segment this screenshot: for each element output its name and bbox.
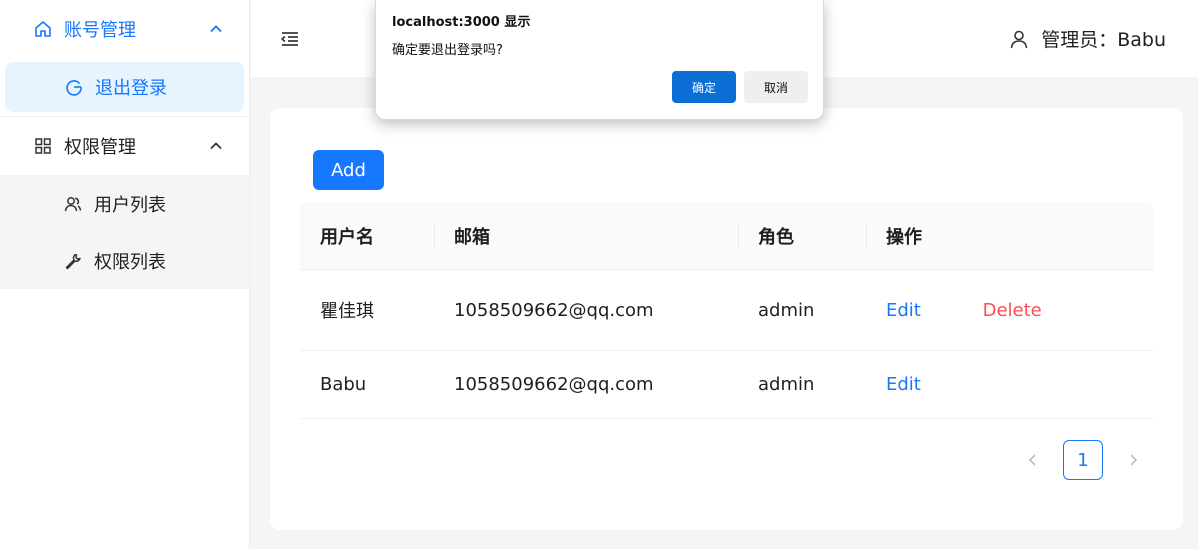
cell-actions: Edit Delete [866, 300, 1153, 321]
sidebar-item-permission-list[interactable]: 权限列表 [0, 233, 249, 289]
home-icon [34, 20, 52, 38]
cell-username: Babu [320, 374, 367, 395]
dialog-cancel-button[interactable]: 取消 [744, 71, 808, 103]
sidebar-item-user-list-label: 用户列表 [94, 195, 166, 216]
dialog-ok-button[interactable]: 确定 [672, 71, 736, 103]
sidebar-item-user-list[interactable]: 用户列表 [0, 175, 249, 233]
dialog-message: 确定要退出登录吗? [392, 43, 503, 58]
pagination: 1 [1013, 440, 1153, 480]
column-header-email: 邮箱 [434, 223, 738, 249]
cell-email: 1058509662@qq.com [454, 374, 654, 395]
sidebar-item-logout-label: 退出登录 [95, 78, 167, 99]
logout-icon [65, 78, 83, 96]
user-info[interactable]: 管理员：Babu [1009, 25, 1166, 52]
menu-account-label: 账号管理 [64, 20, 136, 41]
cell-email: 1058509662@qq.com [454, 299, 654, 321]
appstore-icon [34, 137, 52, 155]
users-icon [64, 195, 82, 213]
page-button-current[interactable]: 1 [1063, 440, 1103, 480]
chevron-right-icon[interactable] [1113, 440, 1153, 480]
delete-link[interactable]: Delete [983, 300, 1042, 321]
sidebar: 账号管理 退出登录 权限管理 用户列表 权限列表 [0, 0, 250, 549]
table-header: 用户名 邮箱 角色 操作 [300, 202, 1153, 270]
menu-group-account: 账号管理 退出登录 [0, 0, 249, 116]
user-name: 管理员：Babu [1041, 29, 1166, 51]
column-header-actions: 操作 [866, 223, 1153, 249]
chevron-left-icon[interactable] [1013, 440, 1053, 480]
column-header-username: 用户名 [320, 226, 374, 248]
edit-link[interactable]: Edit [886, 374, 921, 395]
cell-role: admin [758, 299, 815, 321]
menu-permission-label: 权限管理 [64, 137, 136, 158]
edit-link[interactable]: Edit [886, 300, 921, 321]
table-row: 瞿佳琪 1058509662@qq.com admin Edit Delete [300, 270, 1153, 351]
menu-fold-icon[interactable] [279, 28, 301, 50]
chevron-up-icon [209, 22, 223, 36]
chevron-up-icon [209, 139, 223, 153]
menu-permission-management[interactable]: 权限管理 [0, 117, 249, 175]
sidebar-item-logout[interactable]: 退出登录 [5, 62, 244, 112]
sidebar-item-permission-list-label: 权限列表 [94, 252, 166, 273]
menu-group-permissions: 权限管理 用户列表 权限列表 [0, 117, 249, 289]
confirm-dialog: localhost:3000 显示 确定要退出登录吗? 确定 取消 [375, 0, 824, 120]
content-card: Add 用户名 邮箱 角色 操作 瞿佳琪 1058509662@qq.com a… [270, 108, 1183, 530]
user-icon [1009, 29, 1029, 49]
cell-role: admin [758, 374, 815, 395]
column-header-role: 角色 [738, 223, 866, 249]
user-table: 用户名 邮箱 角色 操作 瞿佳琪 1058509662@qq.com admin… [300, 202, 1153, 419]
menu-account-management[interactable]: 账号管理 [0, 0, 249, 58]
dialog-title: localhost:3000 显示 [392, 15, 531, 30]
submenu-permissions: 用户列表 权限列表 [0, 175, 249, 289]
add-button[interactable]: Add [313, 150, 384, 190]
submenu-account: 退出登录 [0, 58, 249, 116]
table-row: Babu 1058509662@qq.com admin Edit [300, 351, 1153, 419]
cell-actions: Edit [866, 374, 1153, 395]
cell-username: 瞿佳琪 [320, 301, 374, 322]
wrench-icon [64, 252, 82, 270]
